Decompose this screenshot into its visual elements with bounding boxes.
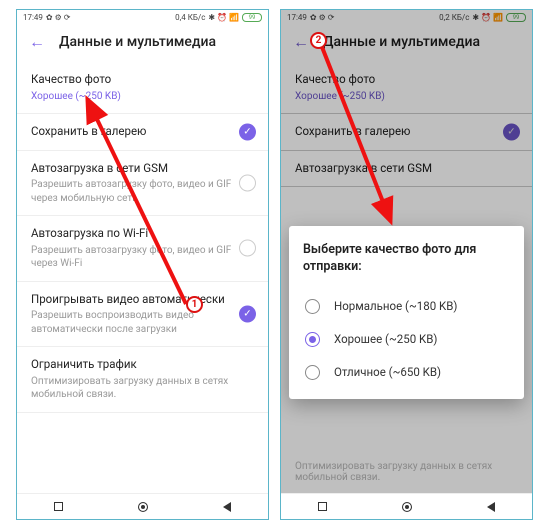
row-save-gallery[interactable]: Сохранить в галерею ✓ bbox=[17, 114, 268, 151]
screenshot-left: 17:49 ✿ ⚙ ⟳ 0,4 КБ/с✱ ⏰ 📶99 ← Данные и м… bbox=[16, 9, 269, 520]
settings-list: Качество фото Хорошее (~250 KB) Сохранит… bbox=[17, 62, 268, 493]
option-excellent[interactable]: Отличное (~650 KB) bbox=[303, 356, 510, 389]
radio-off-icon[interactable] bbox=[305, 365, 320, 380]
recent-apps-icon[interactable] bbox=[318, 502, 327, 511]
recent-apps-icon[interactable] bbox=[54, 502, 63, 511]
row-autoplay-video[interactable]: Проигрывать видео автоматически Разрешит… bbox=[17, 282, 268, 348]
checkbox-on-icon[interactable]: ✓ bbox=[239, 305, 256, 322]
android-nav-bar bbox=[281, 493, 532, 519]
row-photo-quality[interactable]: Качество фото Хорошее (~250 KB) bbox=[17, 62, 268, 114]
back-nav-icon[interactable] bbox=[223, 502, 231, 512]
annotation-badge-2: 2 bbox=[310, 32, 327, 49]
checkbox-off-icon[interactable] bbox=[239, 174, 256, 191]
dialog-title: Выберите качество фото для отправки: bbox=[303, 242, 510, 276]
screenshot-right: 17:49 ✿ ⚙ ⟳ 0,2 КБ/с✱ ⏰ 📶99 ← Данные и м… bbox=[280, 9, 533, 520]
checkbox-off-icon[interactable] bbox=[239, 240, 256, 257]
radio-on-icon[interactable] bbox=[305, 332, 320, 347]
option-good[interactable]: Хорошее (~250 KB) bbox=[303, 323, 510, 356]
annotation-badge-1: 1 bbox=[186, 296, 203, 313]
checkbox-on-icon[interactable]: ✓ bbox=[239, 123, 256, 140]
page-title: Данные и мультимедиа bbox=[59, 34, 216, 50]
row-autoload-wifi[interactable]: Автозагрузка по Wi-Fi Разрешить автозагр… bbox=[17, 216, 268, 282]
radio-off-icon[interactable] bbox=[305, 299, 320, 314]
option-normal[interactable]: Нормальное (~180 KB) bbox=[303, 290, 510, 323]
back-icon[interactable]: ← bbox=[29, 34, 45, 50]
photo-quality-dialog: Выберите качество фото для отправки: Нор… bbox=[289, 226, 524, 399]
back-nav-icon[interactable] bbox=[487, 502, 495, 512]
android-nav-bar bbox=[17, 493, 268, 519]
home-icon[interactable] bbox=[138, 502, 148, 512]
row-autoload-gsm[interactable]: Автозагрузка в сети GSM Разрешить автоза… bbox=[17, 151, 268, 217]
home-icon[interactable] bbox=[402, 502, 412, 512]
status-bar: 17:49 ✿ ⚙ ⟳ 0,4 КБ/с✱ ⏰ 📶99 bbox=[17, 10, 268, 25]
row-limit-traffic[interactable]: Ограничить трафик Оптимизировать загрузк… bbox=[17, 347, 268, 413]
app-bar: ← Данные и мультимедиа bbox=[17, 25, 268, 62]
